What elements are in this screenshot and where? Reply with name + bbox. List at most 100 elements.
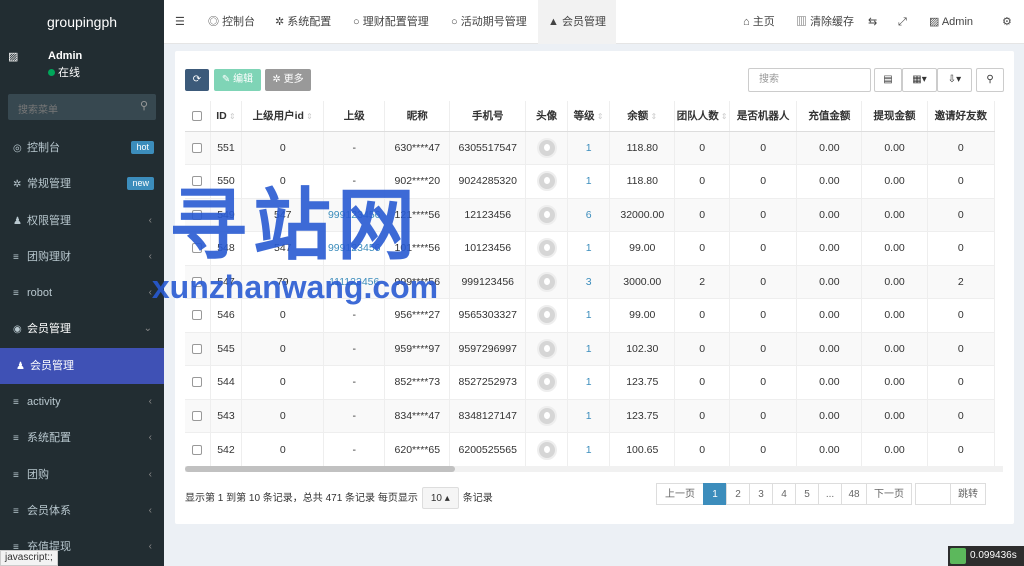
column-header[interactable]: ID — [210, 101, 243, 132]
home-link[interactable]: ⌂ 主页 — [743, 0, 775, 44]
prev-page-button[interactable]: 上一页 — [656, 483, 704, 505]
edit-button[interactable]: ✎ 编辑 — [214, 69, 261, 91]
avatar-cell[interactable] — [525, 197, 569, 232]
horizontal-scrollbar[interactable] — [185, 466, 1003, 472]
column-header[interactable]: 提现金额 — [861, 101, 928, 132]
jump-button[interactable]: 跳转 — [950, 483, 986, 505]
search-icon[interactable]: ⚲ — [976, 68, 1004, 92]
table-cell[interactable]: 999123456 — [323, 197, 386, 232]
column-header[interactable]: 余额 — [609, 101, 676, 132]
avatar-icon[interactable] — [536, 171, 557, 192]
row-checkbox[interactable] — [185, 197, 211, 232]
avatar-icon[interactable] — [536, 439, 557, 460]
sidebar-item-7[interactable]: ≡ activity ‹ — [0, 384, 164, 420]
avatar-cell[interactable] — [525, 298, 569, 332]
table-row[interactable]: 547 79 111123456 999****56 999123456 3 3000.00… — [185, 264, 996, 299]
brand-logo[interactable]: groupingph — [0, 0, 164, 44]
page-5-button[interactable]: 5 — [795, 483, 819, 505]
avatar-cell[interactable] — [525, 331, 569, 366]
tab-dashboard[interactable]: ◎ 控制台 — [208, 0, 255, 44]
table-row[interactable]: 549 547 999123456 121****56 12123456 6 32000.0… — [185, 197, 996, 232]
table-row[interactable]: 543 0-834****47 8348127147 1 123.75 0 0 0.00 0.0… — [185, 398, 996, 433]
table-cell[interactable]: 1 — [567, 398, 611, 433]
column-header[interactable]: 邀请好友数 — [927, 101, 996, 132]
column-header[interactable]: 是否机器人 — [729, 101, 798, 132]
page-2-button[interactable]: 2 — [726, 483, 750, 505]
table-cell[interactable]: 1 — [567, 432, 611, 466]
row-checkbox[interactable] — [185, 432, 211, 466]
page-1-button[interactable]: 1 — [703, 483, 727, 505]
column-header[interactable]: 上级用户id — [241, 101, 325, 132]
column-header[interactable]: 头像 — [525, 101, 569, 132]
page-...-button[interactable]: ... — [818, 483, 842, 505]
column-header[interactable]: 上级 — [323, 101, 386, 132]
avatar-cell[interactable] — [525, 231, 569, 265]
jump-page-input[interactable] — [915, 483, 951, 505]
row-checkbox[interactable] — [185, 164, 211, 198]
next-page-button[interactable]: 下一页 — [866, 483, 912, 505]
toggle-view-icon[interactable]: ▤ — [874, 68, 902, 92]
sidebar-item-10[interactable]: ≡ 会员体系 ‹ — [0, 493, 164, 529]
avatar-icon[interactable] — [536, 305, 557, 326]
sidebar-item-4[interactable]: ≡ robot ‹ — [0, 275, 164, 311]
avatar-icon[interactable] — [536, 338, 557, 359]
table-cell[interactable]: 1 — [567, 164, 611, 198]
row-checkbox[interactable] — [185, 331, 211, 366]
row-checkbox[interactable] — [185, 231, 211, 265]
avatar-cell[interactable] — [525, 432, 569, 466]
avatar-icon[interactable] — [536, 238, 557, 259]
avatar-cell[interactable] — [525, 264, 569, 299]
table-cell[interactable]: 1 — [567, 298, 611, 332]
page-48-button[interactable]: 48 — [841, 483, 867, 505]
sidebar-item-0[interactable]: ◎ 控制台 hot — [0, 130, 164, 166]
admin-menu[interactable]: ▨ Admin — [929, 0, 973, 44]
more-button[interactable]: ✲ 更多 — [265, 69, 311, 91]
row-checkbox[interactable] — [185, 298, 211, 332]
sidebar-item-5[interactable]: ◉ 会员管理 ⌄ — [0, 311, 164, 347]
table-cell[interactable]: 111123456 — [323, 264, 386, 299]
column-header[interactable]: 充值金额 — [796, 101, 863, 132]
column-header[interactable]: 团队人数 — [674, 101, 730, 132]
clear-cache-link[interactable]: ▥ 清除缓存 — [796, 0, 854, 44]
table-search-input[interactable]: 搜索 — [748, 68, 871, 92]
column-header[interactable]: 手机号 — [449, 101, 527, 132]
row-checkbox[interactable] — [185, 398, 211, 433]
avatar-cell[interactable] — [525, 130, 569, 165]
scrollbar-thumb[interactable] — [185, 466, 455, 472]
page-4-button[interactable]: 4 — [772, 483, 796, 505]
sidebar-search-input[interactable]: 搜索菜单 ⚲ — [8, 94, 156, 120]
avatar-cell[interactable] — [525, 365, 569, 399]
table-row[interactable]: 545 0-959****97 9597296997 1 102.30 0 0 0.00 0.0… — [185, 331, 996, 366]
fullscreen-icon[interactable]: ⤢ — [898, 0, 907, 44]
column-header[interactable]: 等级 — [567, 101, 611, 132]
table-cell[interactable]: 1 — [567, 331, 611, 366]
table-row[interactable]: 542 0-620****65 6200525565 1 100.65 0 0 0.00 0.0… — [185, 432, 996, 466]
sidebar-item-3[interactable]: ≡ 团购理财 ‹ — [0, 239, 164, 275]
tab-member-management[interactable]: ▲ 会员管理 — [538, 0, 616, 44]
sidebar-item-2[interactable]: ♟ 权限管理 ‹ — [0, 203, 164, 239]
table-cell[interactable]: 6 — [567, 197, 611, 232]
export-icon[interactable]: ⇩▾ — [937, 68, 972, 92]
sidebar-item-6[interactable]: ♟ 会员管理 — [0, 347, 164, 385]
sidebar-item-9[interactable]: ≡ 团购 ‹ — [0, 457, 164, 493]
tab-finance-config[interactable]: ○ 理财配置管理 — [353, 0, 429, 44]
table-row[interactable]: 544 0-852****73 8527252973 1 123.75 0 0 0.00 0.0… — [185, 365, 996, 399]
avatar-icon[interactable] — [536, 137, 557, 158]
table-row[interactable]: 551 0-630****47 6305517547 1 118.80 0 0 0.00 0.0… — [185, 130, 996, 165]
avatar-cell[interactable] — [525, 398, 569, 433]
table-cell[interactable]: 3 — [567, 264, 611, 299]
avatar-icon[interactable] — [536, 271, 557, 292]
table-row[interactable]: 546 0-956****27 9565303327 1 99.00 0 0 0.00 0.00… — [185, 298, 996, 332]
page-3-button[interactable]: 3 — [749, 483, 773, 505]
select-all-checkbox[interactable] — [185, 101, 211, 132]
avatar-cell[interactable] — [525, 164, 569, 198]
menu-toggle-icon[interactable]: ☰ — [175, 0, 185, 44]
tab-system-config[interactable]: ✲ 系统配置 — [275, 0, 331, 44]
refresh-button[interactable]: ⟳ — [185, 69, 209, 91]
search-icon[interactable]: ⚲ — [140, 99, 148, 112]
table-cell[interactable]: 1 — [567, 231, 611, 265]
page-size-select[interactable]: 10 ▴ — [421, 487, 459, 509]
table-cell[interactable]: 999123456 — [323, 231, 386, 265]
table-row[interactable]: 550 0-902****20 9024285320 1 118.80 0 0 0.00 0.0… — [185, 164, 996, 198]
row-checkbox[interactable] — [185, 130, 211, 165]
